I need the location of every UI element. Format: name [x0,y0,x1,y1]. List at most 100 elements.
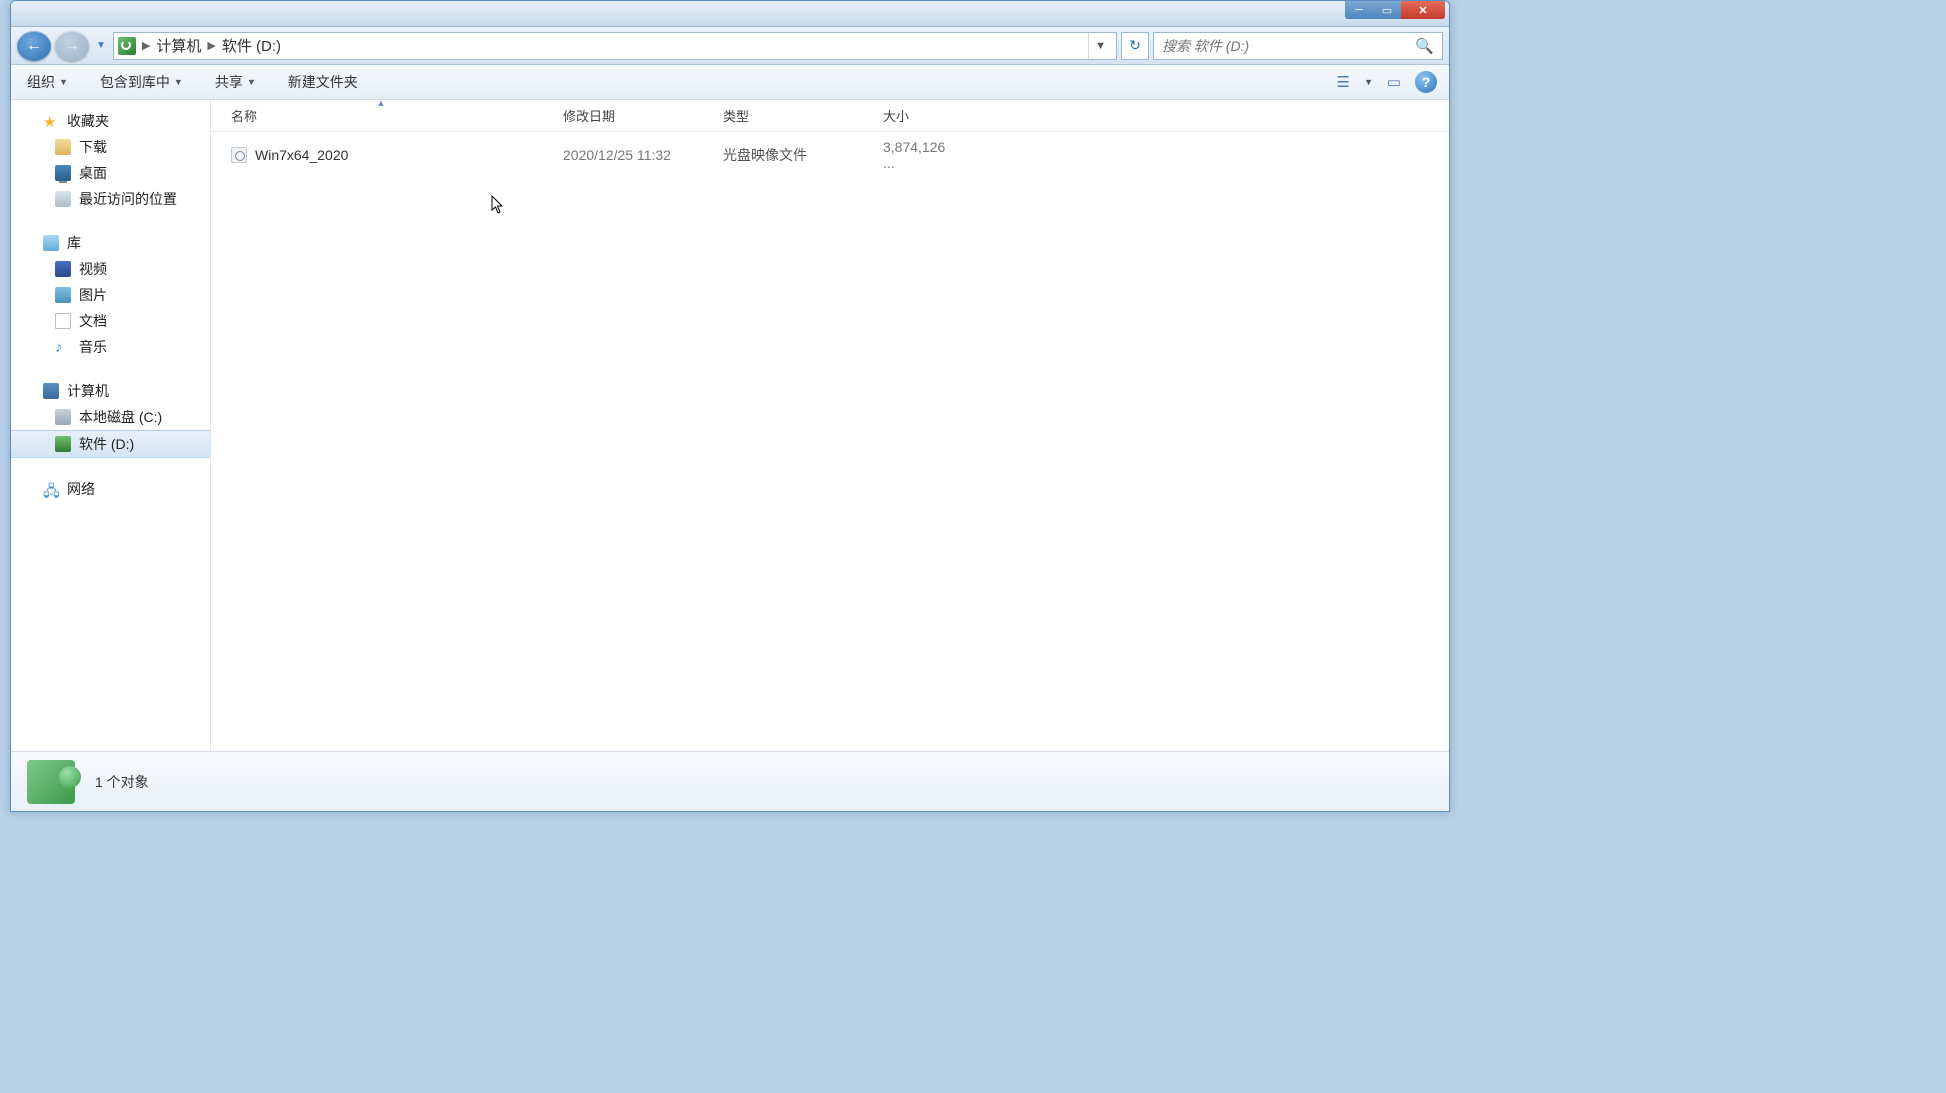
search-box[interactable]: 🔍 [1153,32,1443,60]
close-button[interactable] [1401,1,1445,19]
sidebar-item-documents[interactable]: 文档 [11,308,210,334]
column-type[interactable]: 类型 [711,100,871,131]
titlebar [11,1,1449,27]
tree-group-computer: 计算机 本地磁盘 (C:) 软件 (D:) [11,378,210,458]
sidebar-item-computer[interactable]: 计算机 [11,378,210,404]
view-mode-button[interactable]: ☰ [1330,70,1356,94]
tree-group-favorites: ★ 收藏夹 下载 桌面 最近访问的位置 [11,108,210,212]
downloads-icon [55,139,71,155]
videos-label: 视频 [79,259,107,279]
libraries-icon [43,235,59,251]
sidebar-item-downloads[interactable]: 下载 [11,134,210,160]
include-library-label: 包含到库中 [100,72,170,92]
navigation-pane: ★ 收藏夹 下载 桌面 最近访问的位置 [11,100,211,751]
new-folder-button[interactable]: 新建文件夹 [284,68,362,96]
sidebar-item-libraries[interactable]: 库 [11,230,210,256]
recent-icon [55,191,71,207]
column-name[interactable]: 名称 ▲ [211,100,551,131]
libraries-label: 库 [67,233,81,253]
sidebar-item-favorites[interactable]: ★ 收藏夹 [11,108,210,134]
navbar: ← → ▼ ▶ 计算机 ▶ 软件 (D:) ▼ ↻ 🔍 [11,27,1449,65]
music-label: 音乐 [79,337,107,357]
file-row[interactable]: Win7x64_2020 2020/12/25 11:32 光盘映像文件 3,8… [211,132,1449,178]
computer-label: 计算机 [67,381,109,401]
video-icon [55,261,71,277]
favorites-label: 收藏夹 [67,111,109,131]
network-label: 网络 [67,479,95,499]
search-input[interactable] [1162,38,1415,54]
documents-label: 文档 [79,311,107,331]
mouse-cursor-icon [491,195,507,215]
file-list: 名称 ▲ 修改日期 类型 大小 Win7x64_2020 2020/1 [211,100,1449,751]
content: ★ 收藏夹 下载 桌面 最近访问的位置 [11,100,1449,751]
drive-icon [55,409,71,425]
breadcrumb-computer[interactable]: 计算机 [150,33,207,58]
iso-file-icon [231,147,247,163]
desktop-label: 桌面 [79,163,107,183]
breadcrumb-drive[interactable]: 软件 (D:) [216,33,287,58]
minimize-button[interactable] [1345,1,1373,19]
chevron-down-icon[interactable]: ▼ [1364,77,1373,87]
sort-ascending-icon: ▲ [377,100,386,108]
preview-pane-button[interactable]: ▭ [1381,70,1407,94]
local-c-label: 本地磁盘 (C:) [79,407,162,427]
chevron-down-icon: ▼ [59,77,68,87]
computer-icon [43,383,59,399]
window-controls [1345,1,1445,19]
star-icon: ★ [43,113,59,129]
desktop-icon [55,165,71,181]
forward-button[interactable]: → [55,31,89,61]
status-bar: 1 个对象 [11,751,1449,811]
history-dropdown-icon[interactable]: ▼ [93,40,109,51]
column-type-label: 类型 [723,109,749,124]
drive-location-icon [118,37,136,55]
pictures-icon [55,287,71,303]
sidebar-item-desktop[interactable]: 桌面 [11,160,210,186]
pictures-label: 图片 [79,285,107,305]
network-icon: 🖧 [43,481,59,497]
search-icon[interactable]: 🔍 [1415,37,1434,55]
drive-status-icon [27,760,75,804]
organize-label: 组织 [27,72,55,92]
sidebar-item-videos[interactable]: 视频 [11,256,210,282]
help-button[interactable]: ? [1415,71,1437,93]
include-library-menu[interactable]: 包含到库中 ▼ [96,68,187,96]
sidebar-item-music[interactable]: ♪ 音乐 [11,334,210,360]
column-date[interactable]: 修改日期 [551,100,711,131]
column-size[interactable]: 大小 [871,100,971,131]
back-button[interactable]: ← [17,31,51,61]
music-icon: ♪ [55,339,71,355]
sidebar-item-network[interactable]: 🖧 网络 [11,476,210,502]
chevron-right-icon[interactable]: ▶ [142,39,150,52]
toolbar: 组织 ▼ 包含到库中 ▼ 共享 ▼ 新建文件夹 ☰ ▼ ▭ ? [11,65,1449,100]
documents-icon [55,313,71,329]
file-name-cell: Win7x64_2020 [211,145,551,165]
sidebar-item-recent[interactable]: 最近访问的位置 [11,186,210,212]
share-label: 共享 [215,72,243,92]
column-name-label: 名称 [231,109,257,124]
sidebar-item-local-c[interactable]: 本地磁盘 (C:) [11,404,210,430]
addressbar[interactable]: ▶ 计算机 ▶ 软件 (D:) ▼ [113,32,1117,60]
column-date-label: 修改日期 [563,109,615,124]
recent-label: 最近访问的位置 [79,189,177,209]
file-size: 3,874,126 ... [871,137,971,173]
file-date: 2020/12/25 11:32 [551,145,711,165]
breadcrumb: ▶ 计算机 ▶ 软件 (D:) [142,33,1082,58]
maximize-button[interactable] [1373,1,1401,19]
new-folder-label: 新建文件夹 [288,72,358,92]
chevron-right-icon[interactable]: ▶ [207,39,215,52]
sidebar-item-pictures[interactable]: 图片 [11,282,210,308]
column-size-label: 大小 [883,109,909,124]
downloads-label: 下载 [79,137,107,157]
chevron-down-icon: ▼ [247,77,256,87]
refresh-button[interactable]: ↻ [1121,32,1149,60]
organize-menu[interactable]: 组织 ▼ [23,68,72,96]
chevron-down-icon: ▼ [174,77,183,87]
sidebar-item-software-d[interactable]: 软件 (D:) [11,430,210,458]
tree-group-network: 🖧 网络 [11,476,210,502]
address-dropdown-icon[interactable]: ▼ [1088,33,1112,59]
toolbar-right: ☰ ▼ ▭ ? [1330,70,1437,94]
explorer-window: ← → ▼ ▶ 计算机 ▶ 软件 (D:) ▼ ↻ 🔍 组织 ▼ 包含到库中 ▼ [10,0,1450,812]
tree-group-libraries: 库 视频 图片 文档 ♪ 音乐 [11,230,210,360]
share-menu[interactable]: 共享 ▼ [211,68,260,96]
